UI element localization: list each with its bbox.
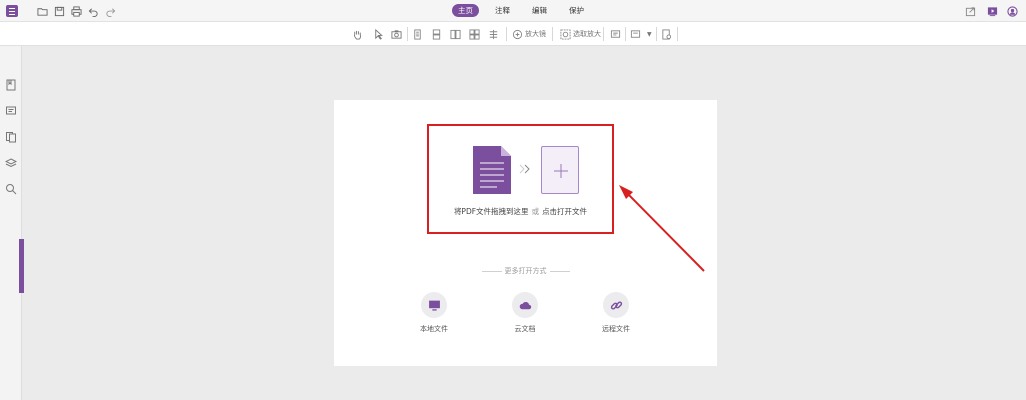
comment-icon[interactable] xyxy=(610,27,621,41)
two-page-icon[interactable] xyxy=(450,27,461,41)
left-sidebar xyxy=(0,46,24,400)
toolbar-divider xyxy=(677,27,678,41)
toolbar-divider xyxy=(656,27,657,41)
toolbar-divider xyxy=(506,27,507,41)
toolbar: 放大镜 选取放大 ▼ xyxy=(0,22,1026,46)
bookmark-icon[interactable] xyxy=(5,79,17,91)
toolbar-divider xyxy=(407,27,408,41)
tab-edit[interactable]: 编辑 xyxy=(526,4,553,17)
click-open-link[interactable]: 点击打开文件 xyxy=(542,207,587,216)
document-settings-icon[interactable] xyxy=(661,27,672,41)
open-local-file-button[interactable]: 本地文件 xyxy=(404,292,464,338)
or-text: 或 xyxy=(531,207,540,216)
pdf-document-icon xyxy=(473,146,511,194)
redo-icon[interactable] xyxy=(102,3,118,19)
plus-icon xyxy=(554,164,568,178)
annotation-arrow xyxy=(619,185,705,272)
single-page-icon[interactable] xyxy=(412,27,423,41)
snapshot-icon[interactable] xyxy=(391,27,402,41)
area-zoom-label: 选取放大 xyxy=(573,30,601,38)
undo-icon[interactable] xyxy=(85,3,101,19)
more-open-methods-label: 更多打开方式 xyxy=(504,267,547,275)
open-folder-icon[interactable] xyxy=(34,3,50,19)
cloud-document-label: 云文档 xyxy=(514,325,536,333)
remote-file-label: 远程文件 xyxy=(602,325,630,333)
toolbar-divider xyxy=(603,27,604,41)
title-bar: 主页 注释 编辑 保护 xyxy=(0,0,1026,22)
local-file-label: 本地文件 xyxy=(420,325,448,333)
open-remote-file-button[interactable]: 远程文件 xyxy=(586,292,646,338)
continuous-page-icon[interactable] xyxy=(431,27,442,41)
magnifier-label: 放大镜 xyxy=(525,30,546,38)
two-page-continuous-icon[interactable] xyxy=(469,27,480,41)
search-icon[interactable] xyxy=(5,183,17,195)
toolbar-divider xyxy=(552,27,553,41)
note-dropdown[interactable]: ▼ xyxy=(630,27,652,41)
file-drop-zone[interactable]: 将PDF文件拖拽到这里或点击打开文件 xyxy=(427,124,614,234)
area-zoom-icon xyxy=(560,28,571,40)
hand-tool-icon[interactable] xyxy=(352,27,363,41)
tab-protect[interactable]: 保护 xyxy=(563,4,590,17)
cloud-icon xyxy=(519,301,531,309)
note-icon xyxy=(630,29,641,38)
monitor-icon xyxy=(428,300,440,311)
sidebar-collapse-handle[interactable] xyxy=(19,239,24,293)
main-menu-icon[interactable] xyxy=(6,5,18,17)
magnifier-icon xyxy=(512,29,523,39)
magnifier-button[interactable]: 放大镜 xyxy=(512,27,546,41)
split-view-icon[interactable] xyxy=(488,27,499,41)
print-icon[interactable] xyxy=(68,3,84,19)
tab-home[interactable]: 主页 xyxy=(452,4,479,17)
area-zoom-button[interactable]: 选取放大 xyxy=(560,27,601,41)
drop-instructions: 将PDF文件拖拽到这里或点击打开文件 xyxy=(429,206,612,217)
comments-panel-icon[interactable] xyxy=(5,105,17,117)
open-cloud-document-button[interactable]: 云文档 xyxy=(495,292,555,338)
account-icon[interactable] xyxy=(1005,4,1019,18)
chevron-down-icon: ▼ xyxy=(647,30,652,38)
toolbar-divider xyxy=(625,27,626,41)
tab-annotate[interactable]: 注释 xyxy=(489,4,516,17)
select-tool-icon[interactable] xyxy=(373,27,384,41)
media-icon[interactable] xyxy=(985,4,999,18)
layers-icon[interactable] xyxy=(4,157,18,169)
save-icon[interactable] xyxy=(51,3,67,19)
thumbnails-icon[interactable] xyxy=(5,131,17,143)
ribbon-tabs: 主页 注释 编辑 保护 xyxy=(452,4,590,18)
double-chevron-icon xyxy=(519,163,533,175)
share-icon[interactable] xyxy=(963,4,977,18)
drop-text: 将PDF文件拖拽到这里 xyxy=(453,207,529,216)
link-icon xyxy=(610,300,622,310)
add-file-button[interactable] xyxy=(541,146,579,194)
